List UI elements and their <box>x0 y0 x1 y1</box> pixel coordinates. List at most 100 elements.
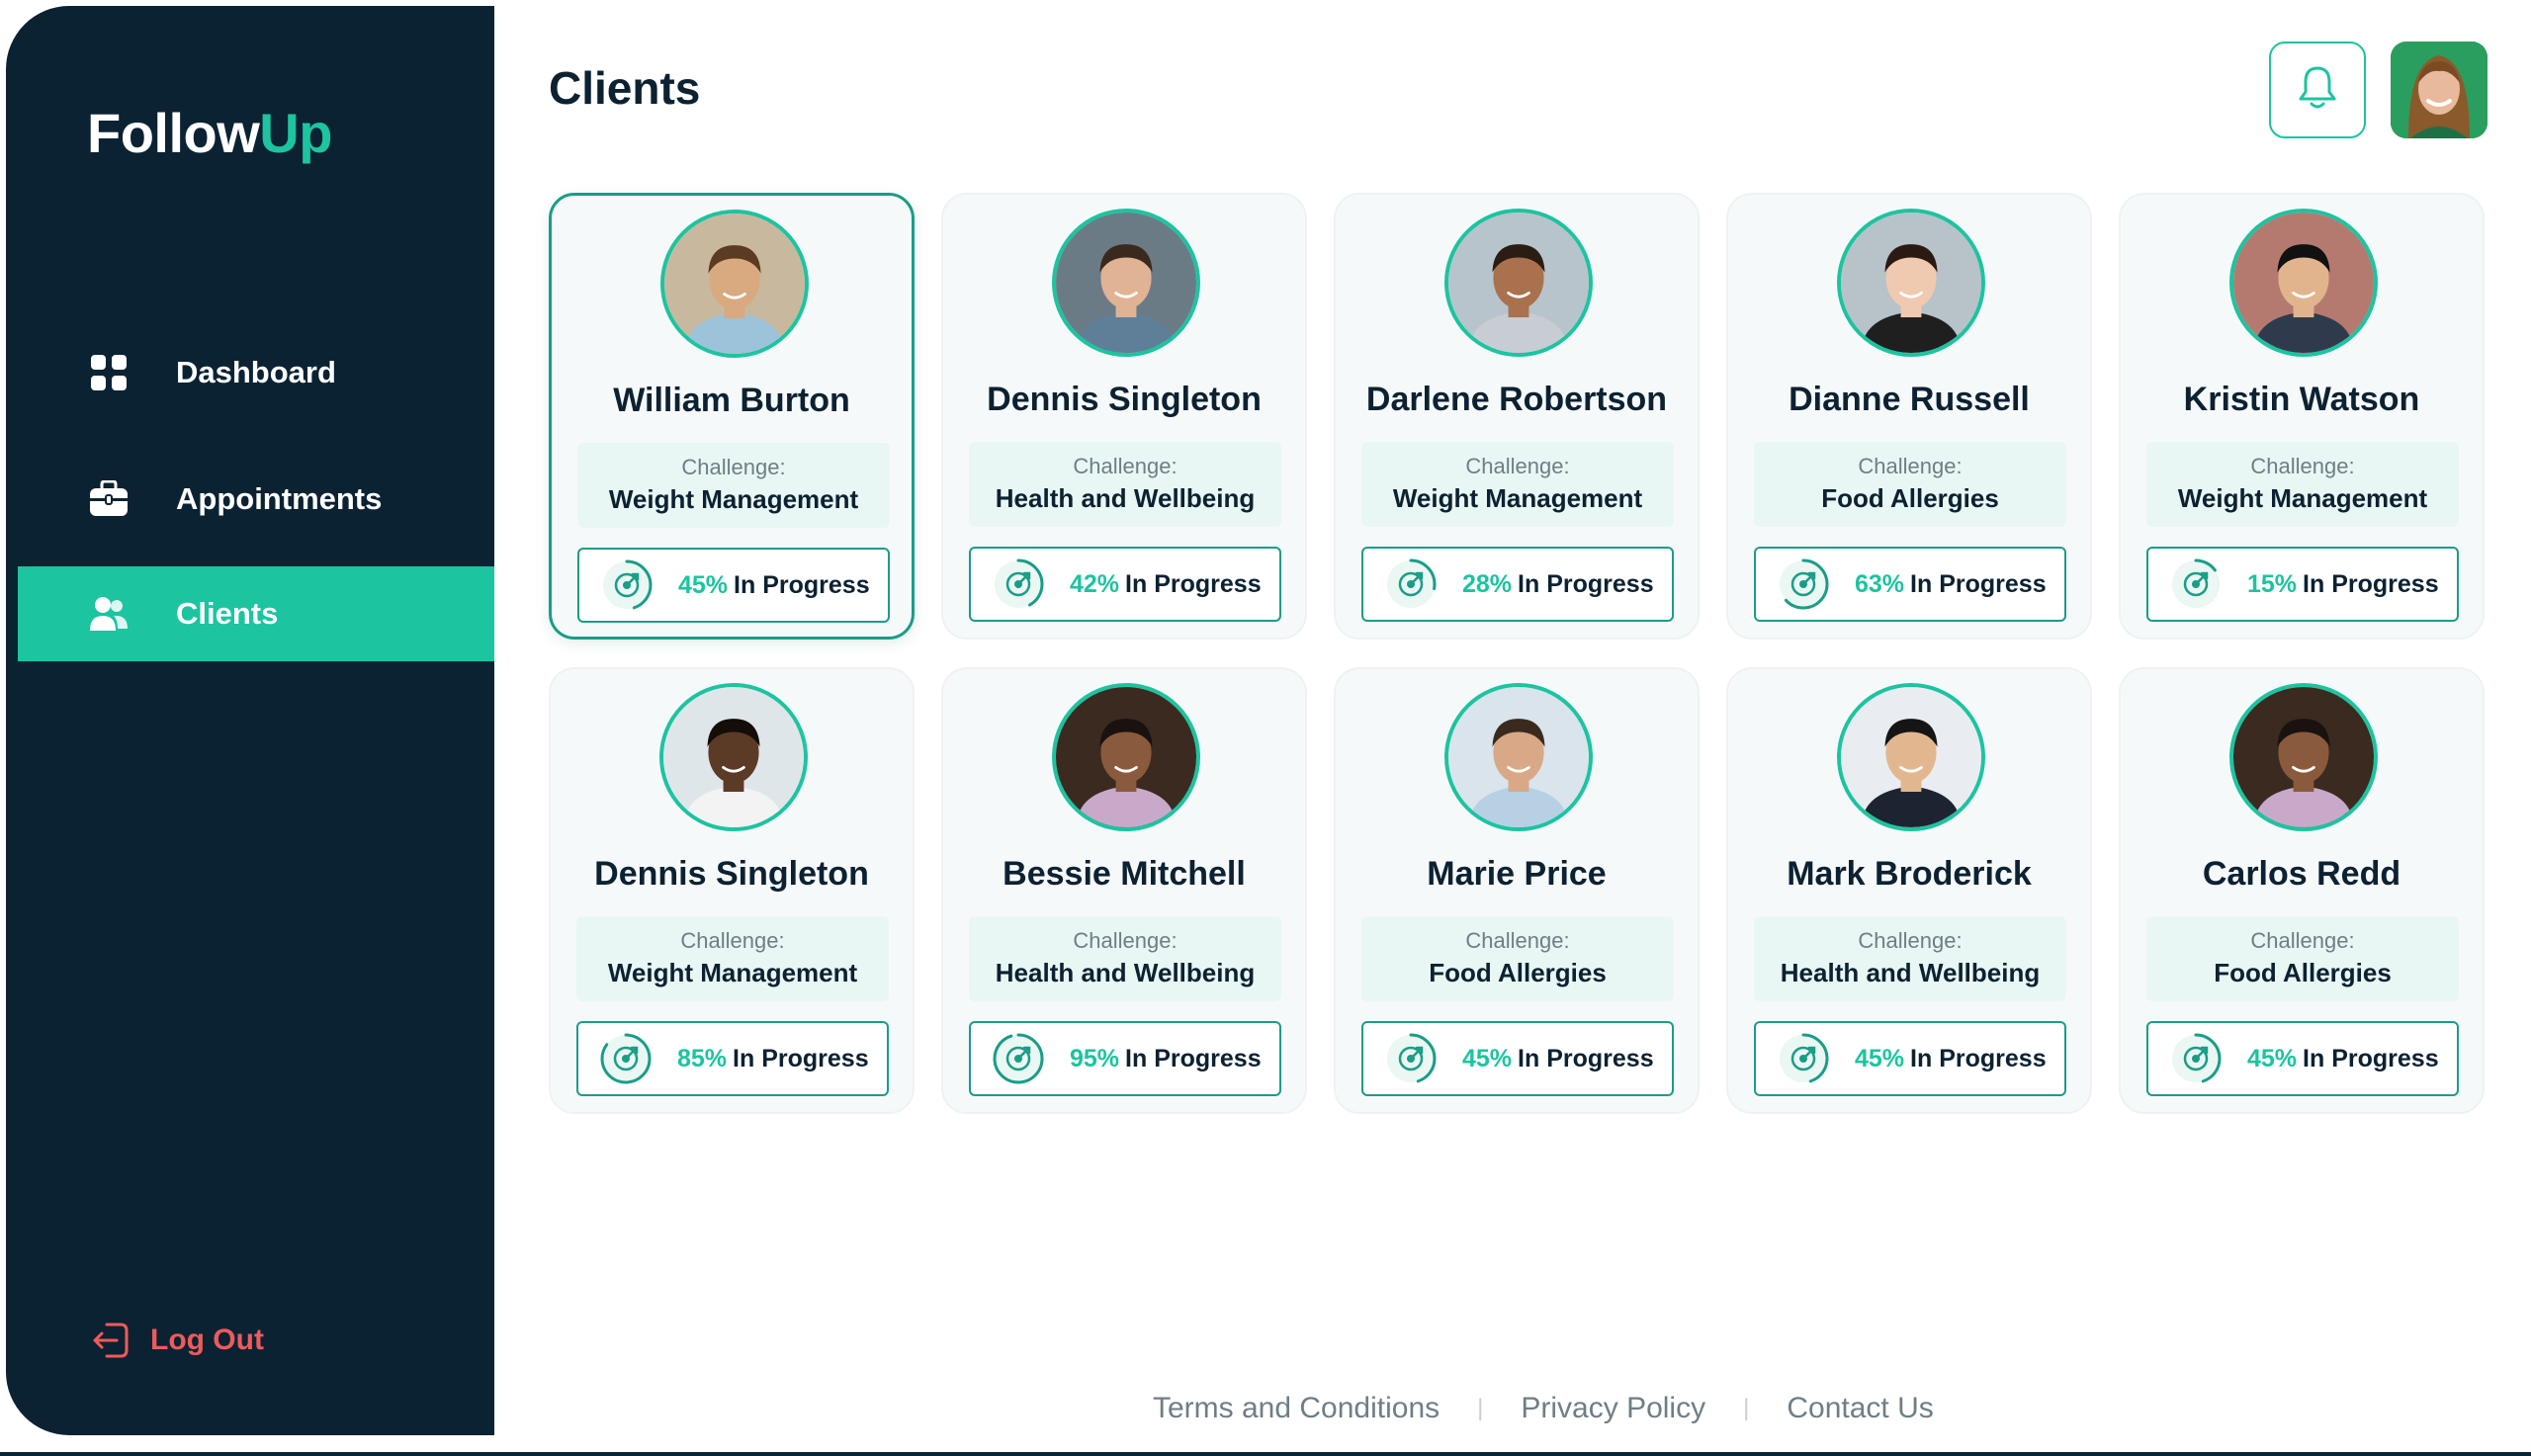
client-card[interactable]: Dianne Russell Challenge: Food Allergies… <box>1726 193 2092 640</box>
user-avatar-image <box>2391 42 2487 138</box>
progress-status-label: In Progress <box>1910 1044 2047 1072</box>
client-card[interactable]: William Burton Challenge: Weight Managem… <box>549 193 915 640</box>
terms-link[interactable]: Terms and Conditions <box>1153 1392 1440 1425</box>
progress-status[interactable]: 45% In Progress <box>2146 1021 2459 1096</box>
challenge-box: Challenge: Weight Management <box>576 916 889 1001</box>
progress-percent: 95% <box>1070 1044 1120 1072</box>
challenge-box: Challenge: Food Allergies <box>2146 916 2459 1001</box>
sidebar-item-dashboard[interactable]: Dashboard <box>18 325 494 420</box>
challenge-label: Challenge: <box>2250 928 2355 953</box>
sidebar: FollowUp Dashboard Appointments Clients … <box>6 6 494 1435</box>
client-name: Carlos Redd <box>2202 855 2401 893</box>
challenge-value: Food Allergies <box>2214 958 2392 987</box>
progress-percent: 45% <box>678 570 729 599</box>
challenge-box: Challenge: Health and Wellbeing <box>969 916 1281 1001</box>
client-name: Kristin Watson <box>2183 381 2420 418</box>
client-name: Dianne Russell <box>1789 381 2030 418</box>
client-avatar <box>659 683 808 831</box>
progress-status-label: In Progress <box>2303 569 2439 598</box>
challenge-label: Challenge: <box>1073 928 1178 953</box>
client-name: Marie Price <box>1427 855 1607 893</box>
page-title: Clients <box>549 62 701 114</box>
client-name: Mark Broderick <box>1787 855 2032 893</box>
challenge-box: Challenge: Weight Management <box>1361 442 1674 527</box>
client-card[interactable]: Bessie Mitchell Challenge: Health and We… <box>941 667 1307 1114</box>
challenge-label: Challenge: <box>2250 454 2355 478</box>
progress-status-label: In Progress <box>733 1044 869 1072</box>
app-logo[interactable]: FollowUp <box>87 101 332 165</box>
privacy-link[interactable]: Privacy Policy <box>1521 1392 1705 1425</box>
client-name: Dennis Singleton <box>594 855 869 893</box>
challenge-box: Challenge: Health and Wellbeing <box>1754 916 2066 1001</box>
client-avatar <box>660 210 809 358</box>
sidebar-item-appointments[interactable]: Appointments <box>18 452 494 547</box>
progress-status[interactable]: 15% In Progress <box>2146 547 2459 622</box>
client-name: Dennis Singleton <box>987 381 1262 418</box>
progress-status-label: In Progress <box>734 570 870 599</box>
progress-status[interactable]: 95% In Progress <box>969 1021 1281 1096</box>
progress-status[interactable]: 45% In Progress <box>1361 1021 1674 1096</box>
logo-text-follow: Follow <box>87 102 260 164</box>
client-card[interactable]: Marie Price Challenge: Food Allergies 45… <box>1334 667 1700 1114</box>
user-avatar[interactable] <box>2391 42 2487 138</box>
challenge-label: Challenge: <box>1858 454 1963 478</box>
progress-percent: 45% <box>1462 1044 1513 1072</box>
challenge-value: Food Allergies <box>1821 483 1999 513</box>
client-card[interactable]: Dennis Singleton Challenge: Weight Manag… <box>549 667 915 1114</box>
challenge-value: Food Allergies <box>1429 958 1607 987</box>
client-card[interactable]: Dennis Singleton Challenge: Health and W… <box>941 193 1307 640</box>
challenge-box: Challenge: Health and Wellbeing <box>969 442 1281 527</box>
progress-percent: 42% <box>1070 569 1120 598</box>
clients-grid: William Burton Challenge: Weight Managem… <box>549 193 2485 1114</box>
progress-status-label: In Progress <box>1518 1044 1654 1072</box>
progress-percent: 85% <box>677 1044 728 1072</box>
progress-status[interactable]: 63% In Progress <box>1754 547 2066 622</box>
client-card[interactable]: Kristin Watson Challenge: Weight Managem… <box>2119 193 2485 640</box>
challenge-value: Weight Management <box>2177 483 2428 513</box>
bell-icon <box>2296 64 2339 117</box>
sidebar-item-clients[interactable]: Clients <box>18 566 494 661</box>
logo-text-up: Up <box>259 102 332 164</box>
progress-status[interactable]: 85% In Progress <box>576 1021 889 1096</box>
progress-status-label: In Progress <box>2303 1044 2439 1072</box>
challenge-box: Challenge: Weight Management <box>2146 442 2459 527</box>
challenge-value: Health and Wellbeing <box>1780 958 2041 987</box>
logout-label: Log Out <box>150 1324 264 1356</box>
client-card[interactable]: Mark Broderick Challenge: Health and Wel… <box>1726 667 2092 1114</box>
client-avatar <box>1837 209 1985 357</box>
notifications-button[interactable] <box>2269 42 2366 138</box>
challenge-label: Challenge: <box>1465 454 1570 478</box>
client-avatar <box>1052 209 1200 357</box>
challenge-value: Weight Management <box>608 484 859 514</box>
progress-ring-icon <box>1778 558 1829 610</box>
challenge-label: Challenge: <box>680 928 785 953</box>
footer-divider: | <box>1477 1395 1484 1421</box>
progress-status-label: In Progress <box>1910 569 2047 598</box>
challenge-value: Health and Wellbeing <box>995 483 1256 513</box>
progress-status[interactable]: 28% In Progress <box>1361 547 1674 622</box>
contact-link[interactable]: Contact Us <box>1787 1392 1933 1425</box>
progress-ring-icon <box>2170 558 2222 610</box>
footer: Terms and Conditions | Privacy Policy | … <box>1153 1392 1934 1425</box>
progress-status-label: In Progress <box>1518 569 1654 598</box>
client-avatar <box>1444 209 1593 357</box>
challenge-label: Challenge: <box>1858 928 1963 953</box>
progress-percent: 15% <box>2247 569 2298 598</box>
client-name: Bessie Mitchell <box>1003 855 1246 893</box>
briefcase-icon <box>89 479 129 519</box>
progress-status[interactable]: 45% In Progress <box>1754 1021 2066 1096</box>
progress-ring-icon <box>601 559 653 611</box>
client-card[interactable]: Carlos Redd Challenge: Food Allergies 45… <box>2119 667 2485 1114</box>
progress-status[interactable]: 42% In Progress <box>969 547 1281 622</box>
challenge-value: Weight Management <box>1392 483 1643 513</box>
progress-percent: 45% <box>1855 1044 1905 1072</box>
progress-percent: 45% <box>2247 1044 2298 1072</box>
client-card[interactable]: Darlene Robertson Challenge: Weight Mana… <box>1334 193 1700 640</box>
client-avatar <box>1444 683 1593 831</box>
challenge-box: Challenge: Food Allergies <box>1361 916 1674 1001</box>
challenge-value: Weight Management <box>607 958 858 987</box>
users-icon <box>89 594 129 634</box>
client-name: Darlene Robertson <box>1365 381 1668 418</box>
logout-button[interactable]: Log Out <box>91 1321 264 1360</box>
progress-status[interactable]: 45% In Progress <box>577 548 890 623</box>
